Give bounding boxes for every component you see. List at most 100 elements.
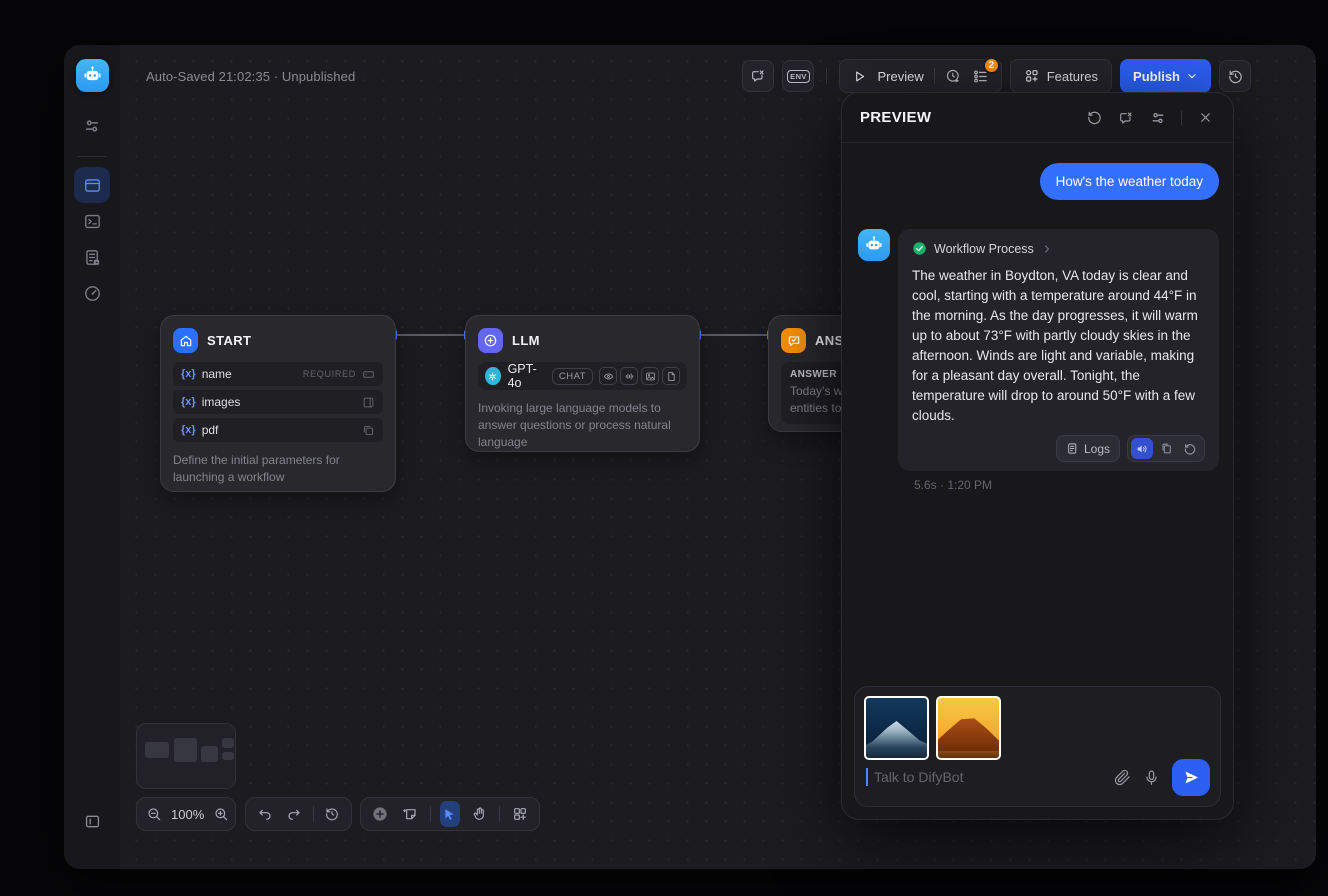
tool-controls [360, 797, 540, 831]
close-preview-button[interactable] [1191, 104, 1219, 132]
attach-file-button[interactable] [1114, 769, 1131, 786]
clear-chat-button[interactable] [1112, 104, 1140, 132]
start-var-images[interactable]: {x} images [173, 390, 383, 414]
text-caret [866, 768, 868, 786]
run-history-button[interactable] [945, 68, 962, 85]
send-plane-icon [1183, 769, 1200, 786]
hand-mode-button[interactable] [469, 801, 490, 827]
logs-button[interactable]: Logs [1056, 435, 1120, 462]
start-var-name[interactable]: {x} name REQUIRED [173, 362, 383, 386]
add-note-button[interactable] [400, 801, 421, 827]
run-group: Preview 2 [839, 59, 1001, 93]
copy-button[interactable] [1155, 438, 1177, 459]
zoom-level[interactable]: 100% [171, 807, 204, 822]
user-message-bubble: How's the weather today [1040, 163, 1219, 200]
publish-button[interactable]: Publish [1120, 59, 1211, 93]
pointer-mode-button[interactable] [440, 801, 461, 827]
hand-icon [472, 806, 488, 822]
start-var-pdf[interactable]: {x} pdf [173, 418, 383, 442]
start-home-icon [173, 328, 198, 353]
terminal-icon [83, 212, 102, 231]
message-meta: 5.6s · 1:20 PM [914, 478, 1219, 492]
topbar-actions: ENV Preview [742, 59, 1251, 93]
sliders-icon [83, 117, 101, 135]
minimap-node [145, 742, 169, 758]
workflow-process-toggle[interactable]: Workflow Process [912, 241, 1205, 256]
env-variables-button[interactable]: ENV [782, 60, 814, 92]
variable-prefix: {x} [181, 396, 196, 408]
refresh-icon [1086, 109, 1103, 126]
features-button[interactable]: Features [1010, 59, 1112, 93]
regenerate-button[interactable] [1179, 438, 1201, 459]
node-llm[interactable]: LLM GPT-4o CHAT [465, 315, 700, 452]
zoom-out-icon [146, 806, 162, 822]
chat-input[interactable] [872, 768, 1102, 786]
file-input-icon [362, 424, 375, 437]
paperclip-icon [1114, 769, 1131, 786]
play-icon [852, 69, 867, 84]
image-input-icon [362, 396, 375, 409]
checklist-button[interactable]: 2 [972, 68, 989, 85]
send-button[interactable] [1172, 759, 1210, 796]
sidebar-item-monitoring[interactable] [74, 275, 110, 311]
bot-message-card: Workflow Process The weather in Boydton,… [898, 229, 1219, 471]
regenerate-icon [1183, 442, 1197, 456]
preview-run-button[interactable]: Preview [877, 69, 923, 84]
chevron-down-icon [1186, 70, 1198, 82]
llm-model-row[interactable]: GPT-4o CHAT [478, 362, 687, 390]
logs-icon [1066, 442, 1079, 455]
app-logo-robot-icon[interactable] [76, 59, 109, 92]
autosave-status: Auto-Saved 21:02:35 · Unpublished [146, 69, 355, 84]
minimap-node [174, 738, 197, 762]
features-label: Features [1047, 69, 1098, 84]
checklist-count-badge: 2 [983, 57, 1000, 74]
uploaded-image-mountain-sunset[interactable] [936, 696, 1001, 760]
organize-blocks-button[interactable] [509, 801, 530, 827]
minimap[interactable] [136, 723, 236, 789]
model-capabilities: CHAT [552, 367, 680, 385]
collapse-sidebar-button[interactable] [74, 803, 110, 839]
speaker-icon [1135, 442, 1149, 456]
zoom-controls: 100% [136, 797, 236, 831]
version-history-button[interactable] [1219, 60, 1251, 92]
preview-settings-button[interactable] [1144, 104, 1172, 132]
node-start[interactable]: START {x} name REQUIRED {x} images {x} p… [160, 315, 396, 492]
organize-icon [512, 806, 528, 822]
bot-message-text: The weather in Boydton, VA today is clea… [912, 266, 1205, 426]
preview-header: PREVIEW [842, 93, 1233, 143]
zoom-in-button[interactable] [213, 801, 229, 827]
note-icon [402, 806, 418, 822]
controls-divider [499, 806, 500, 822]
zoom-in-icon [213, 806, 229, 822]
variable-name: images [202, 395, 241, 409]
history-icon [1227, 68, 1244, 85]
zoom-out-button[interactable] [146, 801, 162, 827]
logs-icon [83, 248, 102, 267]
window-icon [83, 176, 102, 195]
uploaded-images [864, 696, 1211, 760]
annotation-toggle-button[interactable] [742, 60, 774, 92]
close-icon [1198, 110, 1213, 125]
start-node-header: START [173, 328, 383, 353]
app-settings-button[interactable] [74, 108, 110, 144]
edge-start-to-llm [396, 334, 465, 336]
sidebar-divider [78, 156, 106, 157]
preview-header-actions [1080, 104, 1219, 132]
undo-button[interactable] [255, 801, 275, 827]
chat-area: How's the weather today Workflow Process [842, 143, 1233, 686]
voice-input-button[interactable] [1143, 769, 1160, 786]
add-node-button[interactable] [370, 801, 391, 827]
read-aloud-button[interactable] [1131, 438, 1153, 459]
sidebar-item-orchestrate[interactable] [74, 167, 110, 203]
sidebar-item-logs[interactable] [74, 239, 110, 275]
uploaded-image-mountain-night[interactable] [864, 696, 929, 760]
change-history-button[interactable] [322, 801, 342, 827]
minimap-node [201, 746, 218, 762]
redo-button[interactable] [284, 801, 304, 827]
sidebar-item-api[interactable] [74, 203, 110, 239]
chat-x-icon [1118, 110, 1134, 126]
restart-conversation-button[interactable] [1080, 104, 1108, 132]
cursor-icon [442, 807, 457, 822]
robot-icon [864, 235, 884, 255]
success-check-icon [912, 241, 927, 256]
